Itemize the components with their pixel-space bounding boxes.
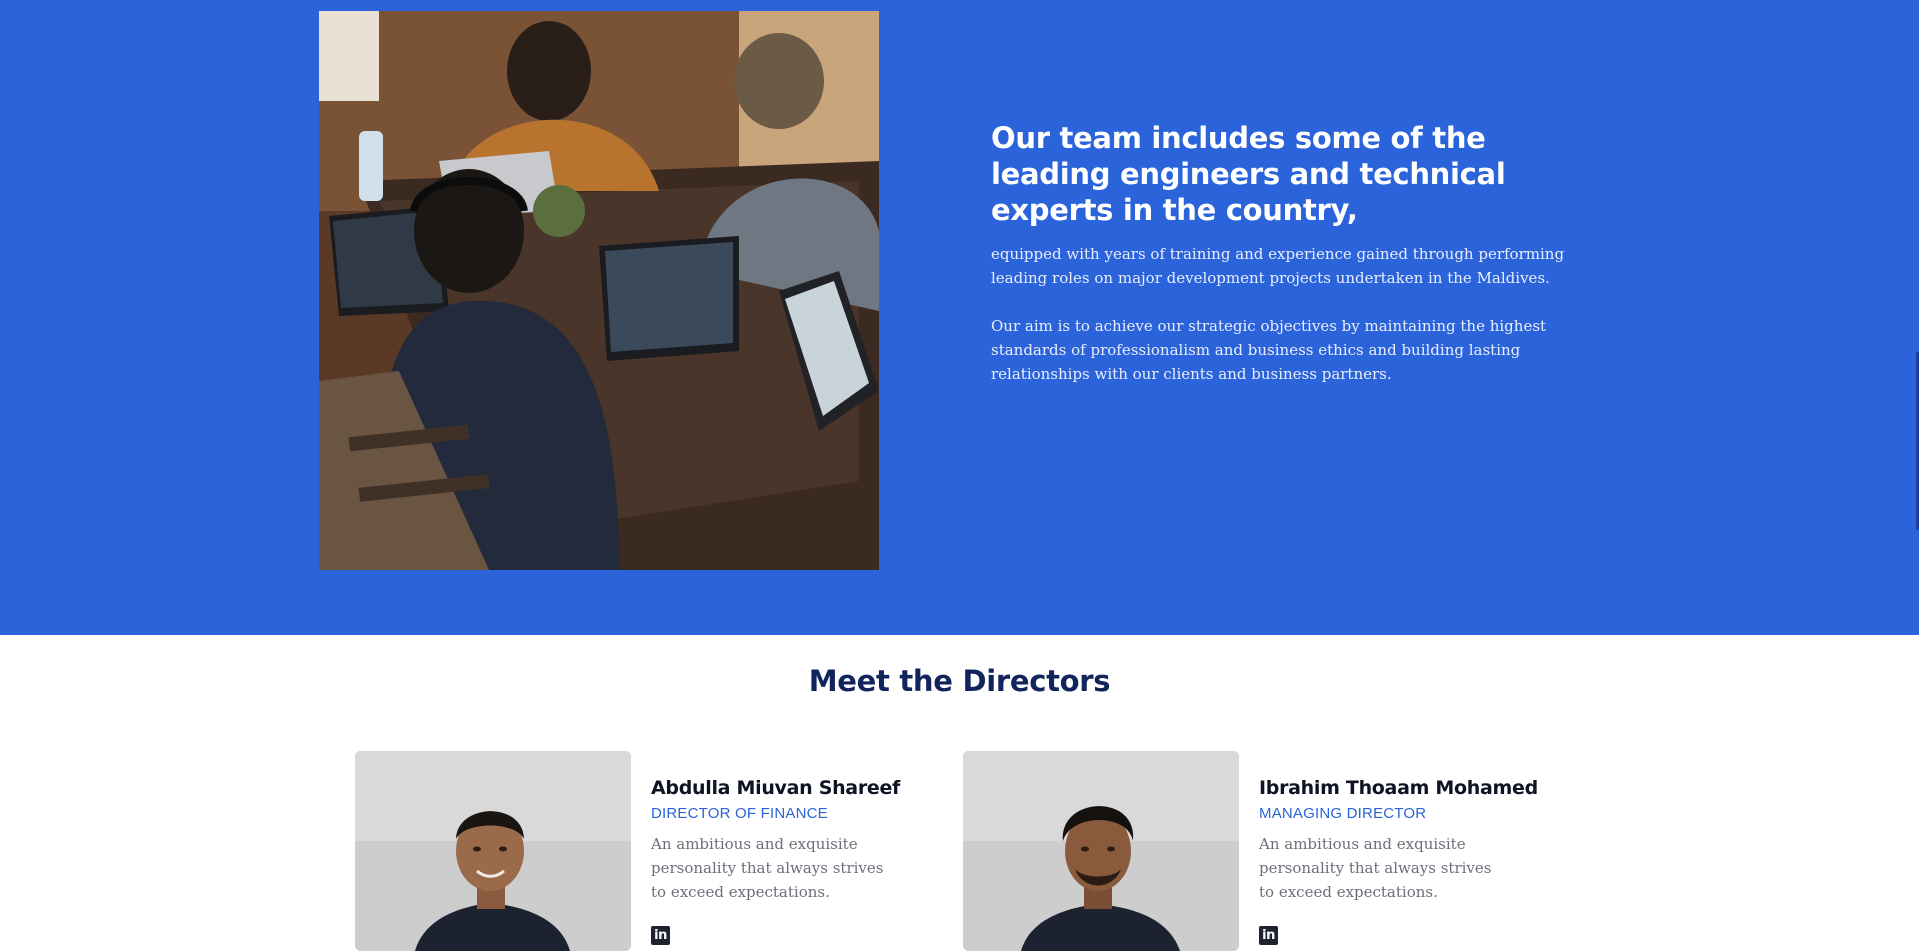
- linkedin-icon[interactable]: in: [651, 926, 670, 945]
- director-role: DIRECTOR OF FINANCE: [651, 805, 828, 822]
- director-info: Abdulla Miuvan Shareef DIRECTOR OF FINAN…: [651, 777, 911, 904]
- directors-title: Meet the Directors: [808, 664, 1111, 698]
- team-heading: Our team includes some of the leading en…: [991, 121, 1506, 227]
- director-card: Abdulla Miuvan Shareef DIRECTOR OF FINAN…: [355, 751, 915, 951]
- director-bio: An ambitious and exquisite personality t…: [651, 835, 884, 901]
- director-bio: An ambitious and exquisite personality t…: [1259, 835, 1492, 901]
- team-paragraph-experience: equipped with years of training and expe…: [991, 245, 1565, 287]
- director-name: Ibrahim Thoaam Mohamed: [1259, 777, 1538, 799]
- team-photo: [319, 11, 879, 570]
- director-role: MANAGING DIRECTOR: [1259, 805, 1427, 822]
- director-info: Ibrahim Thoaam Mohamed MANAGING DIRECTOR…: [1259, 777, 1538, 904]
- director-photo: [355, 751, 631, 951]
- director-photo: [963, 751, 1239, 951]
- team-section: Our team includes some of the leading en…: [0, 0, 1919, 635]
- director-card: Ibrahim Thoaam Mohamed MANAGING DIRECTOR…: [963, 751, 1538, 951]
- team-paragraph-aim: Our aim is to achieve our strategic obje…: [991, 317, 1547, 383]
- linkedin-icon[interactable]: in: [1259, 926, 1278, 945]
- team-text: Our team includes some of the leading en…: [991, 120, 1611, 410]
- director-name: Abdulla Miuvan Shareef: [651, 777, 901, 799]
